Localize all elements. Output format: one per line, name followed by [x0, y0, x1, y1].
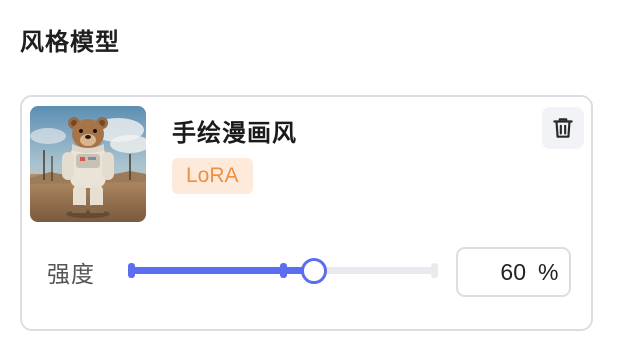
strength-unit: %: [538, 259, 559, 285]
slider-end-cap: [431, 263, 438, 278]
section-title: 风格模型: [20, 28, 120, 56]
slider-start-cap: [128, 263, 135, 278]
slider-tick-mark: [280, 263, 287, 278]
slider-thumb[interactable]: [300, 258, 327, 284]
strength-slider[interactable]: [128, 255, 438, 287]
model-type-badge: LoRA: [172, 158, 253, 194]
strength-label: 强度: [47, 262, 95, 288]
strength-value-box[interactable]: %: [456, 247, 571, 297]
style-model-card: 手绘漫画风 LoRA 强度 %: [20, 95, 593, 331]
strength-value-input[interactable]: [464, 255, 526, 289]
delete-button[interactable]: [542, 107, 584, 149]
trash-icon: [553, 118, 573, 138]
model-name: 手绘漫画风: [172, 119, 297, 147]
model-thumbnail: [30, 106, 146, 222]
